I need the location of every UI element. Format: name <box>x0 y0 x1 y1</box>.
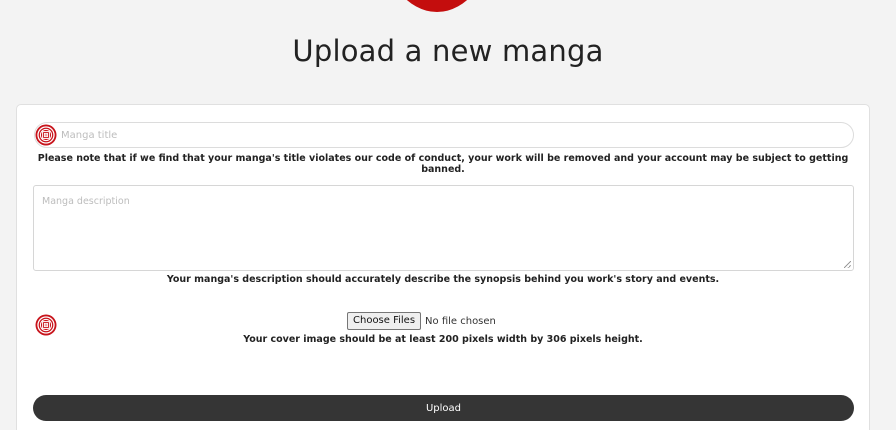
manga-description-input[interactable] <box>34 186 853 270</box>
manga-title-field[interactable] <box>34 122 854 148</box>
page-title: Upload a new manga <box>292 34 604 68</box>
manga-description-field[interactable] <box>33 185 854 271</box>
cover-file-picker: Choose Files No file chosen <box>347 312 496 330</box>
resize-handle-icon[interactable] <box>844 261 851 268</box>
title-emblem-icon <box>35 124 57 146</box>
file-status-text: No file chosen <box>425 315 496 327</box>
upload-button[interactable]: Upload <box>33 395 854 421</box>
site-logo[interactable] <box>382 0 492 12</box>
manga-title-input[interactable] <box>61 126 821 144</box>
choose-files-button[interactable]: Choose Files <box>347 312 422 330</box>
upload-form-card: Please note that if we find that your ma… <box>16 104 870 430</box>
upload-manga-page: Upload a new manga Please note that if w… <box>0 0 896 430</box>
description-guidance-note: Your manga's description should accurate… <box>166 274 720 285</box>
cover-emblem-icon <box>35 314 57 336</box>
title-policy-note: Please note that if we find that your ma… <box>37 153 849 175</box>
cover-size-note: Your cover image should be at least 200 … <box>243 334 643 345</box>
